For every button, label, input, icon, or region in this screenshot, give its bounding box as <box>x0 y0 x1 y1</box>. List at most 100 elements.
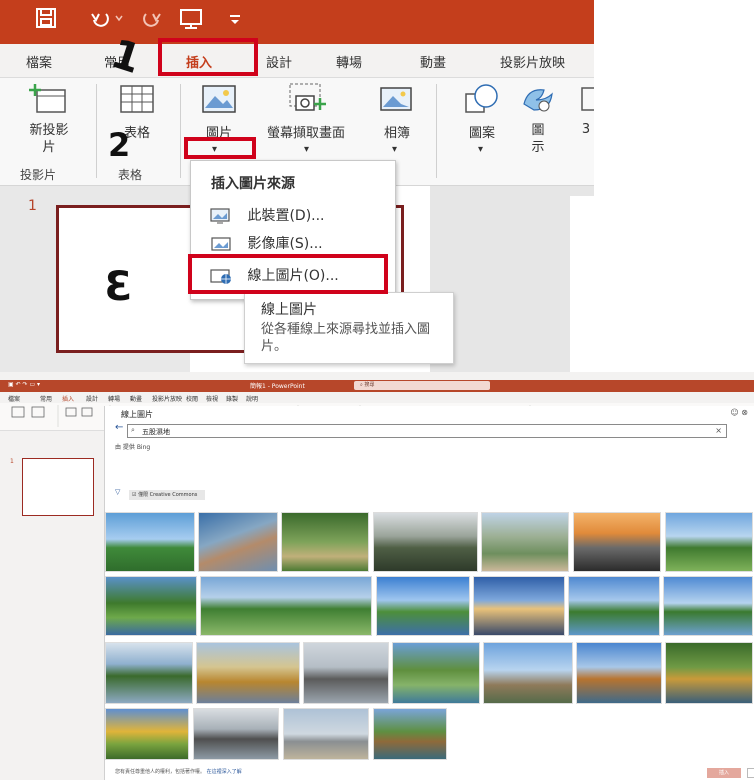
photo-album-button[interactable]: 相簿 <box>370 82 424 141</box>
zoomed-ribbon-view: 檔案 常用 插入 設計 轉場 動畫 投影片放映 新投影 片 表格 圖片 螢幕擷取… <box>0 0 600 372</box>
insert-button[interactable]: 插入 <box>707 768 741 778</box>
image-result[interactable] <box>665 512 753 572</box>
filter-icon[interactable]: ▽ <box>115 488 120 496</box>
ribbon-separator <box>436 84 437 178</box>
title-search-box[interactable]: ⌕ 搜尋 <box>354 381 490 390</box>
highlight-images-dropdown <box>184 137 256 159</box>
group-label-slides: 投影片 <box>20 168 57 182</box>
step-marker-2: 2 <box>108 126 131 164</box>
image-result[interactable] <box>481 512 569 572</box>
chevron-down-icon[interactable]: ▾ <box>304 144 309 155</box>
tab-slide-show[interactable]: 投影片放映 <box>500 52 565 71</box>
step-marker-3: 3 <box>104 264 132 310</box>
image-search-input[interactable]: ⌕ 五股濕地 × <box>127 424 727 438</box>
image-result[interactable] <box>200 576 372 636</box>
image-result[interactable] <box>198 512 278 572</box>
image-result[interactable] <box>105 642 193 704</box>
tab-record[interactable]: 錄製 <box>226 394 238 403</box>
image-result[interactable] <box>303 642 389 704</box>
images-button[interactable]: 圖片 <box>192 82 246 141</box>
new-slide-button[interactable]: 新投影 片 <box>22 82 76 156</box>
tab-view[interactable]: 檢視 <box>206 394 218 403</box>
image-result[interactable] <box>373 512 478 572</box>
image-result[interactable] <box>105 512 195 572</box>
image-result[interactable] <box>105 576 197 636</box>
highlight-online-pictures <box>188 254 388 294</box>
clear-search-icon[interactable]: × <box>715 426 722 435</box>
creative-commons-label: 僅限 Creative Commons <box>138 492 198 498</box>
tab-file[interactable]: 檔案 <box>26 52 52 71</box>
ribbon-tabs: 檔案 常用 插入 設計 轉場 動畫 投影片放映 <box>0 44 594 78</box>
window-title-bar: ▣ ↶ ↷ ▭ ▾ 簡報1 - PowerPoint ⌕ 搜尋 <box>0 380 754 392</box>
image-result[interactable] <box>105 708 189 760</box>
tab-home[interactable]: 常用 <box>40 394 52 403</box>
search-placeholder: 搜尋 <box>364 382 375 388</box>
cancel-button[interactable]: 取消 <box>747 768 754 778</box>
3d-models-icon <box>581 87 594 111</box>
online-pictures-dialog: 線上圖片 ☺ ⊗ ← ⌕ 五股濕地 × 由 提供 Bing ▽ ☑ 僅限 Cre… <box>104 406 754 780</box>
tab-slide-show[interactable]: 投影片放映 <box>152 394 182 403</box>
tab-design[interactable]: 設計 <box>266 52 292 71</box>
chevron-down-icon[interactable]: ▾ <box>392 144 397 155</box>
back-arrow-icon[interactable]: ← <box>115 422 123 433</box>
image-result[interactable] <box>281 512 369 572</box>
copyright-notice: 您有責任尊重他人的權利，包括著作權。 在這裡深入了解 <box>115 768 242 775</box>
tab-help[interactable]: 說明 <box>246 394 258 403</box>
tab-animations[interactable]: 動畫 <box>130 394 142 403</box>
screenshot-button[interactable]: 螢幕擷取畫面 <box>252 82 360 141</box>
shapes-icon <box>465 84 498 113</box>
icons-icon <box>523 89 553 112</box>
image-result[interactable] <box>663 576 753 636</box>
3d-models-button[interactable]: 3 <box>578 82 594 137</box>
tab-file[interactable]: 檔案 <box>8 394 20 403</box>
title-bar <box>0 0 594 44</box>
tab-animations[interactable]: 動畫 <box>420 52 446 71</box>
save-icon[interactable] <box>34 6 58 38</box>
icons-button[interactable]: 圖 示 <box>516 82 560 156</box>
image-result[interactable] <box>483 642 573 704</box>
ribbon-separator <box>96 84 97 178</box>
start-from-beginning-icon[interactable] <box>178 6 204 38</box>
online-pictures-tooltip: 線上圖片 從各種線上來源尋找並插入圖片。 <box>244 292 454 364</box>
image-result[interactable] <box>665 642 753 704</box>
creative-commons-toggle[interactable]: ☑ 僅限 Creative Commons <box>129 490 205 500</box>
learn-more-link[interactable]: 在這裡深入了解 <box>207 769 242 775</box>
image-result[interactable] <box>573 512 661 572</box>
dialog-title: 線上圖片 <box>121 410 153 419</box>
slide-thumbnail-small[interactable] <box>22 458 94 516</box>
image-result[interactable] <box>196 642 300 704</box>
menu-item-stock-images[interactable]: 影像庫(S)... <box>209 233 323 255</box>
footer-text: 您有責任尊重他人的權利，包括著作權。 <box>115 769 206 775</box>
ribbon-tabs-small: 檔案 常用 插入 設計 轉場 動畫 投影片放映 校閱 檢視 錄製 說明 <box>0 392 754 404</box>
tab-design[interactable]: 設計 <box>86 394 98 403</box>
screenshot-label: 螢幕擷取畫面 <box>266 126 345 141</box>
picture-icon <box>202 85 236 113</box>
icons-label: 圖 示 <box>531 123 545 155</box>
image-result[interactable] <box>576 642 662 704</box>
tab-transitions[interactable]: 轉場 <box>108 394 120 403</box>
chevron-down-icon[interactable]: ▾ <box>478 144 483 155</box>
redo-icon[interactable] <box>140 6 164 38</box>
tab-transitions[interactable]: 轉場 <box>336 52 362 71</box>
quick-access-toolbar[interactable]: ▣ ↶ ↷ ▭ ▾ <box>8 381 40 388</box>
image-result[interactable] <box>392 642 480 704</box>
image-result[interactable] <box>376 576 470 636</box>
stock-images-icon <box>211 237 231 251</box>
menu-title: 插入圖片來源 <box>211 176 295 192</box>
image-result[interactable] <box>193 708 279 760</box>
search-value: 五股濕地 <box>142 428 170 436</box>
table-icon <box>120 85 154 113</box>
group-label-tables: 表格 <box>118 168 143 182</box>
image-result[interactable] <box>373 708 447 760</box>
customize-toolbar-icon[interactable] <box>228 6 242 38</box>
tooltip-title: 線上圖片 <box>261 302 317 318</box>
dialog-window-controls[interactable]: ☺ ⊗ <box>730 408 748 417</box>
image-result[interactable] <box>568 576 660 636</box>
image-result[interactable] <box>283 708 369 760</box>
shapes-button[interactable]: 圖案 <box>458 82 506 141</box>
tab-review[interactable]: 校閱 <box>186 394 198 403</box>
ribbon-separator <box>180 84 181 178</box>
image-result[interactable] <box>473 576 565 636</box>
device-icon <box>210 208 230 224</box>
menu-item-this-device[interactable]: 此裝置(D)... <box>209 205 325 227</box>
